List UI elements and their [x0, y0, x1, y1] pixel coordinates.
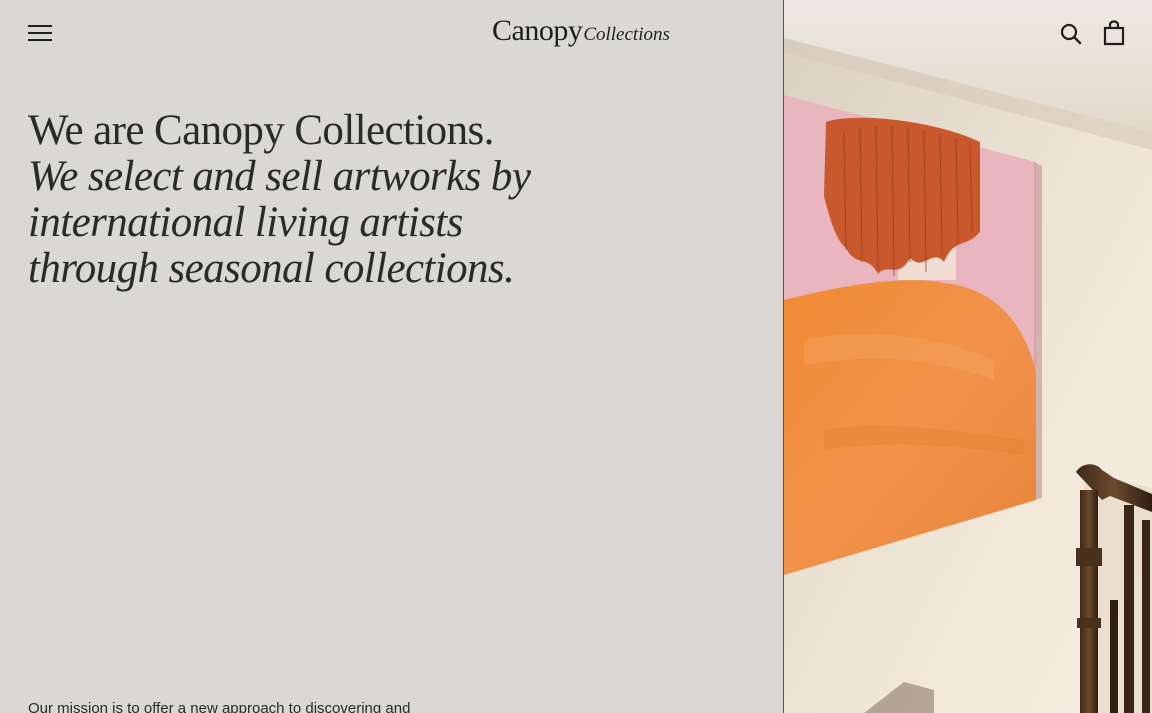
hero-line-3: international living artists: [28, 199, 463, 246]
hero-image: [784, 0, 1152, 713]
menu-line: [28, 32, 52, 34]
hero-line-4: through seasonal collections.: [28, 245, 515, 292]
canvas-painting: [784, 95, 1042, 575]
mission-text: Our mission is to offer a new approach t…: [28, 700, 411, 713]
menu-line: [28, 25, 52, 27]
search-icon-glyph: [1060, 23, 1082, 45]
hamburger-menu-icon[interactable]: [28, 22, 54, 44]
site-logo[interactable]: CanopyCollections: [492, 14, 670, 50]
artwork-photo: [784, 0, 1152, 713]
shopping-bag-icon-glyph: [1103, 20, 1125, 46]
search-icon[interactable]: [1059, 22, 1083, 46]
page: CanopyCollections We are Canopy Collecti…: [0, 0, 1152, 713]
hero-line-2: We select and sell artworks by: [28, 153, 531, 200]
menu-line: [28, 39, 52, 41]
logo-main-text: Canopy: [492, 14, 583, 47]
logo-sub-text: Collections: [583, 24, 670, 45]
hero-line-1: We are Canopy Collections.: [28, 107, 494, 154]
shopping-bag-icon[interactable]: [1102, 20, 1126, 46]
intro-panel: CanopyCollections We are Canopy Collecti…: [0, 0, 783, 713]
hero-heading: We are Canopy Collections. We select and…: [28, 108, 548, 292]
